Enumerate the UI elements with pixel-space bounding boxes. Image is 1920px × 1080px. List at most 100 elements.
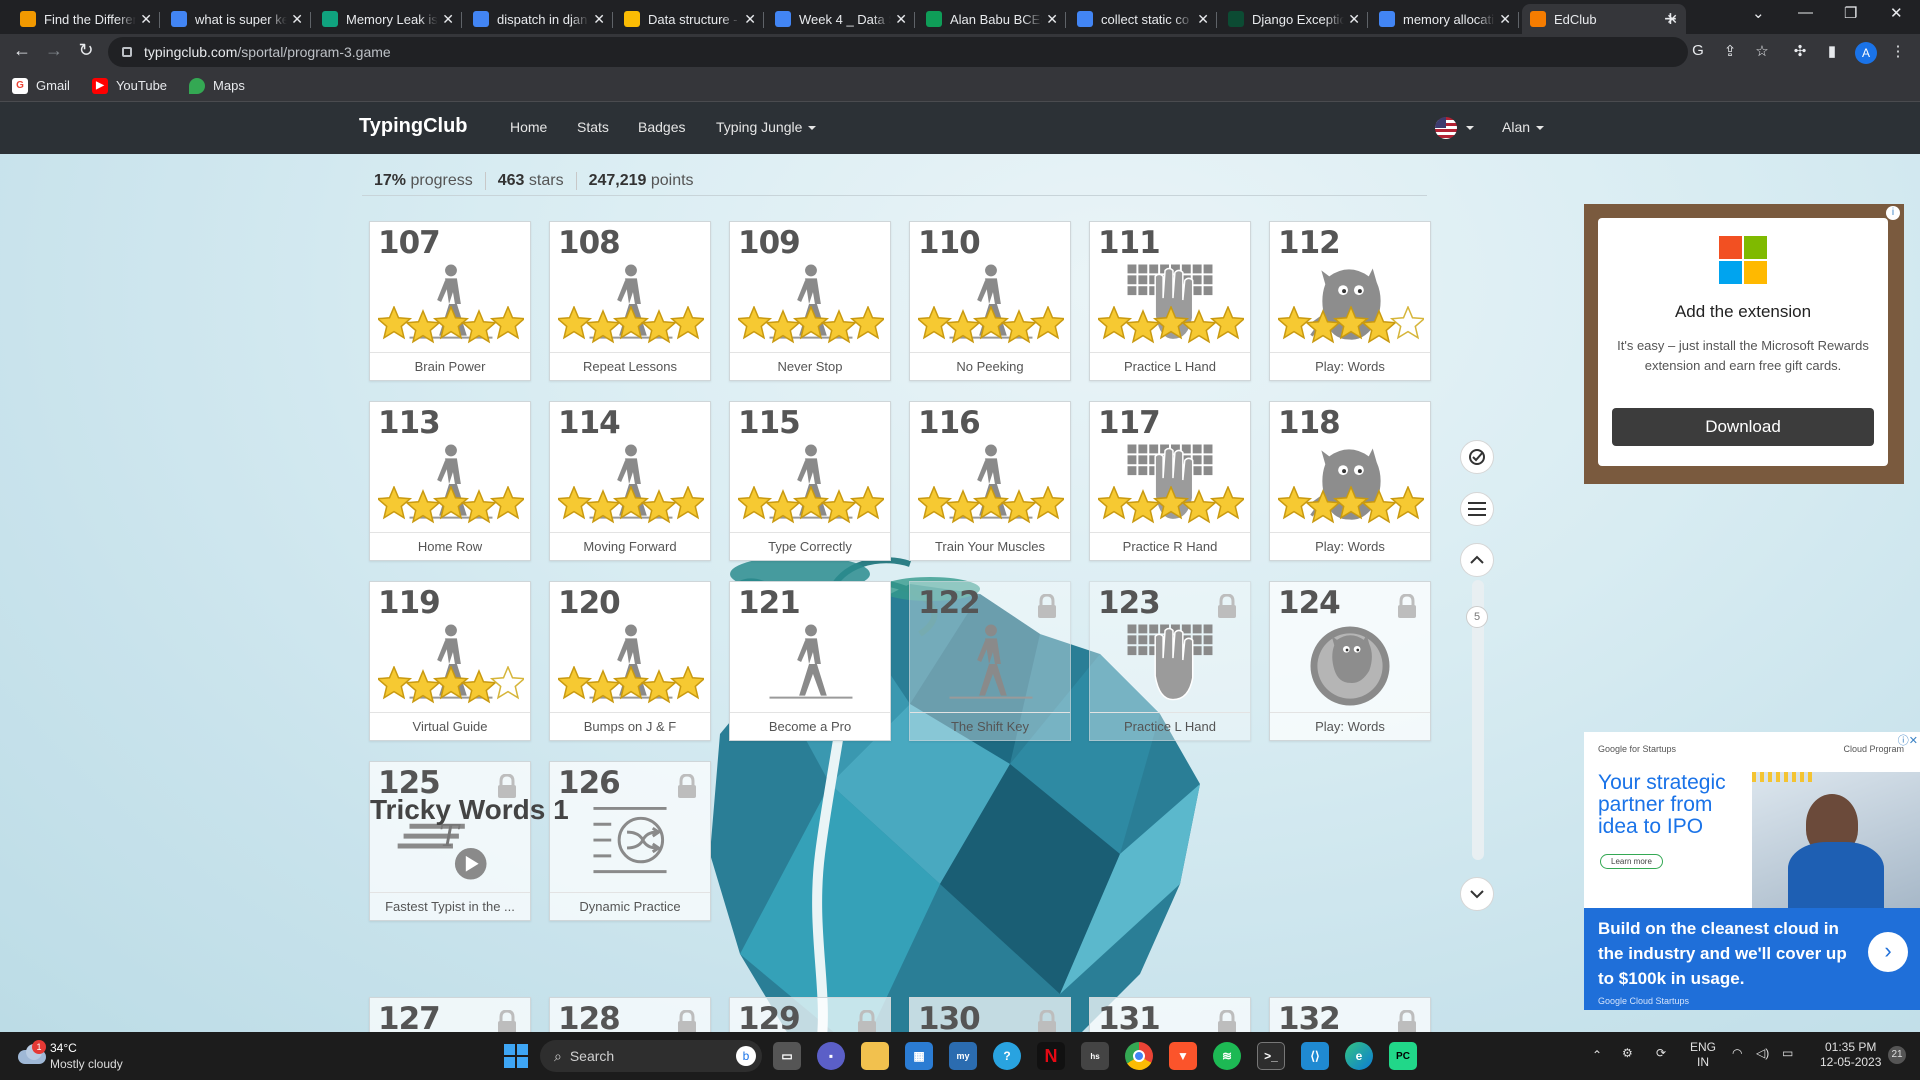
- close-tab-icon[interactable]: ✕: [744, 11, 756, 28]
- hotstar-icon[interactable]: hs: [1081, 1042, 1109, 1070]
- ad-info-icon[interactable]: i: [1886, 206, 1900, 220]
- nav-typing-jungle[interactable]: Typing Jungle: [716, 119, 817, 135]
- ad-download-button[interactable]: Download: [1612, 408, 1874, 446]
- nav-home[interactable]: Home: [510, 119, 547, 135]
- edge-icon[interactable]: e: [1345, 1042, 1373, 1070]
- scroll-down-icon[interactable]: [1460, 877, 1494, 911]
- lesson-card[interactable]: 122 The Shift Key: [909, 581, 1071, 741]
- lesson-card[interactable]: 112 Play: Words: [1269, 221, 1431, 381]
- browser-tab[interactable]: collect static co ✕: [1069, 4, 1217, 34]
- unit-scroll-badge[interactable]: 5: [1466, 606, 1488, 628]
- lesson-card[interactable]: 114 Moving Forward: [549, 401, 711, 561]
- us-flag-icon[interactable]: [1435, 117, 1457, 139]
- spotify-icon[interactable]: ≋: [1213, 1042, 1241, 1070]
- ad-close-icon[interactable]: ⓘ✕: [1898, 732, 1918, 748]
- browser-tab[interactable]: Memory Leak is ✕: [314, 4, 462, 34]
- minimize-icon[interactable]: —: [1798, 4, 1813, 21]
- teams-chat-icon[interactable]: ▪: [817, 1042, 845, 1070]
- menu-kebab-icon[interactable]: ⋮: [1888, 42, 1908, 62]
- browser-tab[interactable]: Django Exceptio ✕: [1220, 4, 1368, 34]
- battery-icon[interactable]: ▭: [1782, 1046, 1793, 1061]
- file-explorer-icon[interactable]: [861, 1042, 889, 1070]
- lesson-card[interactable]: 120 Bumps on J & F: [549, 581, 711, 741]
- tab-search-chevron-icon[interactable]: ⌄: [1752, 4, 1765, 22]
- lesson-card[interactable]: 130: [909, 997, 1071, 1032]
- close-tab-icon[interactable]: ✕: [1348, 11, 1360, 28]
- close-tab-icon[interactable]: ✕: [140, 11, 152, 28]
- nav-badges[interactable]: Badges: [638, 119, 685, 135]
- browser-tab[interactable]: Find the Differen ✕: [12, 4, 160, 34]
- lesson-card[interactable]: 108 Repeat Lessons: [549, 221, 711, 381]
- address-bar[interactable]: typingclub.com/sportal/program-3.game: [108, 37, 1688, 67]
- browser-tab[interactable]: Data structure - ✕: [616, 4, 764, 34]
- lesson-card[interactable]: 118 Play: Words: [1269, 401, 1431, 561]
- lesson-card[interactable]: 127: [369, 997, 531, 1032]
- browser-tab[interactable]: Week 4 _ Data S ✕: [767, 4, 915, 34]
- google-lens-icon[interactable]: G: [1688, 42, 1708, 62]
- lesson-card[interactable]: 131: [1089, 997, 1251, 1032]
- browser-tab[interactable]: what is super ke ✕: [163, 4, 311, 34]
- language-indicator[interactable]: ENG IN: [1690, 1040, 1716, 1070]
- close-tab-icon[interactable]: ✕: [1197, 11, 1209, 28]
- profile-avatar[interactable]: A: [1855, 42, 1877, 64]
- bookmark-star-icon[interactable]: ☆: [1752, 42, 1772, 62]
- brave-icon[interactable]: ▼: [1169, 1042, 1197, 1070]
- forward-icon[interactable]: →: [42, 40, 66, 61]
- lesson-card[interactable]: 125 T Fastest Typist in the ...: [369, 761, 531, 921]
- list-menu-icon[interactable]: [1460, 492, 1494, 526]
- microsoft-rewards-ad[interactable]: i Add the extension It's easy – just ins…: [1584, 204, 1904, 484]
- share-icon[interactable]: ⇪: [1720, 42, 1740, 62]
- mysql-workbench-icon[interactable]: my: [949, 1042, 977, 1070]
- ad-learn-more[interactable]: Learn more: [1600, 854, 1663, 869]
- vscode-icon[interactable]: ⟨⟩: [1301, 1042, 1329, 1070]
- chrome-icon[interactable]: [1125, 1042, 1153, 1070]
- netflix-icon[interactable]: N: [1037, 1042, 1065, 1070]
- weather-widget[interactable]: 34°C Mostly cloudy: [50, 1040, 123, 1072]
- close-window-icon[interactable]: ✕: [1890, 4, 1903, 22]
- lesson-card[interactable]: 121 Become a Pro: [729, 581, 891, 741]
- lesson-card[interactable]: 124 Play: Words: [1269, 581, 1431, 741]
- browser-tab[interactable]: EdClub ✕: [1522, 4, 1686, 34]
- browser-tab[interactable]: dispatch in djan ✕: [465, 4, 613, 34]
- tray-app-icon[interactable]: ⚙: [1622, 1046, 1633, 1061]
- microsoft-store-icon[interactable]: ▦: [905, 1042, 933, 1070]
- browser-tab[interactable]: memory allocati ✕: [1371, 4, 1519, 34]
- lesson-card[interactable]: 117 Practice R Hand: [1089, 401, 1251, 561]
- lesson-card[interactable]: 107 Brain Power: [369, 221, 531, 381]
- lesson-card[interactable]: 119 Virtual Guide: [369, 581, 531, 741]
- bookmark-maps[interactable]: Maps: [189, 77, 245, 94]
- google-cloud-ad[interactable]: Google for Startups Cloud Program ⓘ✕ You…: [1584, 732, 1920, 1010]
- lesson-card[interactable]: 115 Type Correctly: [729, 401, 891, 561]
- tray-sync-icon[interactable]: ⟳: [1656, 1046, 1666, 1061]
- close-tab-icon[interactable]: ✕: [1499, 11, 1511, 28]
- wifi-icon[interactable]: ◠: [1732, 1046, 1742, 1061]
- chevron-down-icon[interactable]: [1466, 126, 1474, 130]
- scroll-up-icon[interactable]: [1460, 543, 1494, 577]
- user-menu[interactable]: Alan: [1502, 119, 1545, 135]
- lesson-card[interactable]: 132: [1269, 997, 1431, 1032]
- notification-count[interactable]: 21: [1888, 1046, 1906, 1064]
- ad-next-arrow-icon[interactable]: ›: [1868, 932, 1908, 972]
- task-view-icon[interactable]: ▭: [773, 1042, 801, 1070]
- side-panel-icon[interactable]: ▮: [1822, 42, 1842, 62]
- close-tab-icon[interactable]: ✕: [593, 11, 605, 28]
- lesson-card[interactable]: 111 Practice L Hand: [1089, 221, 1251, 381]
- lesson-card[interactable]: 113 Home Row: [369, 401, 531, 561]
- close-tab-icon[interactable]: ✕: [442, 11, 454, 28]
- lesson-card[interactable]: 109 Never Stop: [729, 221, 891, 381]
- taskbar-search[interactable]: ⌕ Search b: [540, 1040, 762, 1072]
- reload-icon[interactable]: ↻: [74, 40, 98, 61]
- close-tab-icon[interactable]: ✕: [1046, 11, 1058, 28]
- close-tab-icon[interactable]: ✕: [895, 11, 907, 28]
- close-tab-icon[interactable]: ✕: [291, 11, 303, 28]
- help-icon[interactable]: ?: [993, 1042, 1021, 1070]
- lesson-card[interactable]: 116 Train Your Muscles: [909, 401, 1071, 561]
- bookmark-youtube[interactable]: ▶ YouTube: [91, 77, 167, 94]
- lesson-card[interactable]: 126 Dynamic Practice: [549, 761, 711, 921]
- tray-overflow-chevron-icon[interactable]: ⌃: [1592, 1048, 1602, 1063]
- new-tab-button[interactable]: +: [1664, 6, 1677, 32]
- browser-tab[interactable]: Alan Babu BCE8 ✕: [918, 4, 1066, 34]
- nav-stats[interactable]: Stats: [577, 119, 609, 135]
- completed-check-icon[interactable]: [1460, 440, 1494, 474]
- lesson-card[interactable]: 123 Practice L Hand: [1089, 581, 1251, 741]
